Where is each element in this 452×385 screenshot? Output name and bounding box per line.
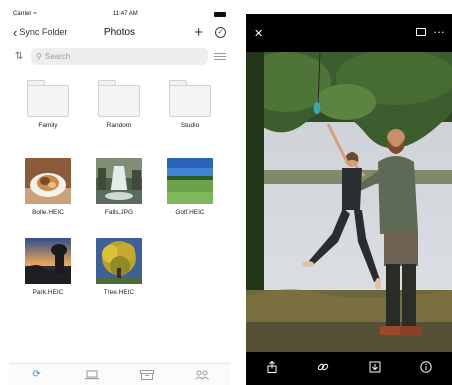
download-icon[interactable] (367, 361, 383, 376)
file-label: Tree.HEIC (103, 289, 135, 296)
status-time: 11:47 AM (112, 11, 138, 17)
thumbnail-park (25, 238, 71, 284)
thumbnail-tree (96, 238, 142, 284)
nav-actions: + ✓ (194, 25, 226, 40)
file-park[interactable]: Park.HEIC (18, 238, 78, 296)
tab-bar: ⟳ (9, 363, 230, 385)
select-icon[interactable]: ✓ (215, 26, 226, 38)
folder-icon (98, 80, 140, 117)
file-golf[interactable]: Golf.HEIC (160, 158, 220, 216)
search-icon: ⚲ (36, 51, 42, 61)
add-icon[interactable]: + (194, 25, 203, 40)
share-icon[interactable] (264, 360, 280, 376)
file-label: Bolle.HEIC (32, 209, 64, 216)
back-label: Sync Folder (19, 27, 68, 37)
thumbnail-falls (96, 158, 142, 204)
file-label: Falls.JPG (104, 209, 134, 216)
folder-label: Family (38, 122, 58, 129)
cast-icon[interactable] (416, 28, 426, 36)
viewer-bottom-toolbar (246, 352, 452, 385)
folder-family[interactable]: Family (18, 80, 78, 129)
photo-image[interactable] (246, 49, 452, 352)
viewer-toolbar: ✕ … (246, 14, 452, 52)
battery-icon (213, 11, 226, 17)
close-icon[interactable]: ✕ (254, 27, 263, 40)
sync-icon[interactable]: ⟳ (29, 369, 45, 381)
search-row: ⇅ ⚲ Search (9, 44, 230, 68)
search-input[interactable]: ⚲ Search (31, 47, 208, 65)
folder-icon (169, 80, 211, 117)
info-icon[interactable] (418, 361, 434, 376)
folder-label: Studio (180, 122, 200, 129)
folder-studio[interactable]: Studio (160, 80, 220, 129)
folder-random[interactable]: Random (89, 80, 149, 129)
people-icon[interactable] (194, 369, 210, 381)
navigation-bar: ‹ Sync Folder Photos + ✓ (9, 20, 230, 44)
carrier-label: Carrier (13, 11, 32, 17)
more-icon[interactable]: … (433, 22, 446, 36)
carrier-indicator: Carrier ≈ (13, 11, 37, 17)
search-placeholder: Search (44, 51, 71, 61)
file-bolle[interactable]: Bolle.HEIC (18, 158, 78, 216)
back-button[interactable]: ‹ Sync Folder (13, 26, 67, 39)
file-browser-screen: Carrier ≈ 11:47 AM ‹ Sync Folder Photos … (9, 8, 230, 385)
chevron-left-icon: ‹ (13, 24, 18, 40)
archive-icon[interactable] (139, 369, 155, 381)
folder-icon (27, 80, 69, 117)
thumbnail-golf (167, 158, 213, 204)
list-view-icon[interactable] (214, 52, 226, 60)
file-tree[interactable]: Tree.HEIC (89, 238, 149, 296)
sort-icon[interactable]: ⇅ (13, 51, 25, 62)
link-icon[interactable] (315, 361, 331, 376)
status-bar: Carrier ≈ 11:47 AM (9, 8, 230, 20)
screenshot-root: Carrier ≈ 11:47 AM ‹ Sync Folder Photos … (0, 0, 452, 385)
laptop-icon[interactable] (84, 369, 100, 381)
thumbnail-bolle (25, 158, 71, 204)
file-label: Park.HEIC (32, 289, 64, 296)
photo-viewer-screen: ✕ … (246, 14, 452, 385)
folder-label: Random (106, 122, 132, 129)
file-label: Golf.HEIC (175, 209, 205, 216)
file-falls[interactable]: Falls.JPG (89, 158, 149, 216)
wifi-icon: ≈ (33, 11, 37, 17)
